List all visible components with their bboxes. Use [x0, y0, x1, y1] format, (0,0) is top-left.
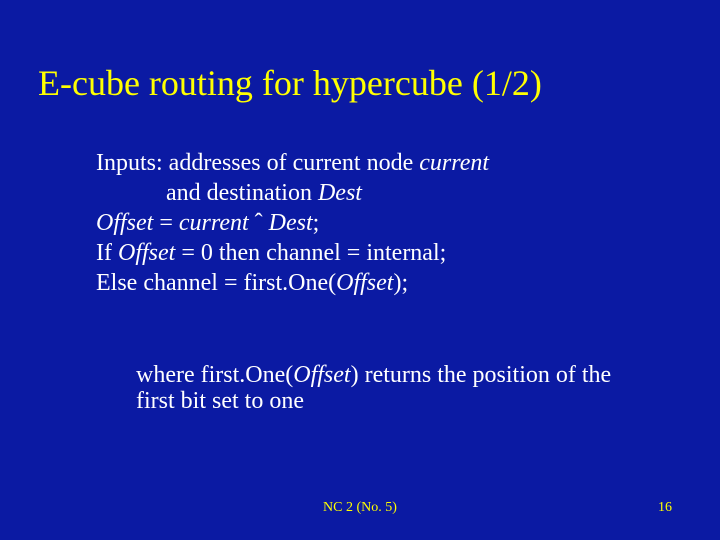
text: If: [96, 240, 118, 266]
text: and destination: [166, 180, 318, 206]
line-if: If Offset = 0 then channel = internal;: [96, 238, 489, 268]
line-inputs: Inputs: addresses of current node curren…: [96, 148, 489, 178]
text: =: [153, 210, 179, 236]
text: );: [393, 270, 408, 296]
page-number: 16: [658, 500, 672, 516]
explanation: where first.One(Offset) returns the posi…: [136, 362, 646, 415]
var-dest: Dest: [269, 210, 313, 236]
footer-center: NC 2 (No. 5): [0, 500, 720, 516]
line-offset: Offset = current ˆ Dest;: [96, 208, 489, 238]
var-current: current: [179, 210, 249, 236]
text: Else channel = first.One(: [96, 270, 336, 296]
text: = 0 then channel = internal;: [175, 240, 446, 266]
slide-title: E-cube routing for hypercube (1/2): [38, 62, 542, 104]
op-xor: ˆ: [249, 210, 269, 236]
text: Inputs: addresses of current node: [96, 150, 419, 176]
var-current: current: [419, 150, 489, 176]
var-dest: Dest: [318, 180, 362, 206]
var-offset: Offset: [336, 270, 393, 296]
line-inputs-cont: and destination Dest: [96, 178, 489, 208]
algorithm-body: Inputs: addresses of current node curren…: [96, 148, 489, 298]
line-else: Else channel = first.One(Offset);: [96, 268, 489, 298]
var-offset: Offset: [96, 210, 153, 236]
text: ;: [313, 210, 320, 236]
text: where first.One(: [136, 362, 293, 388]
var-offset: Offset: [118, 240, 175, 266]
var-offset: Offset: [293, 362, 350, 388]
